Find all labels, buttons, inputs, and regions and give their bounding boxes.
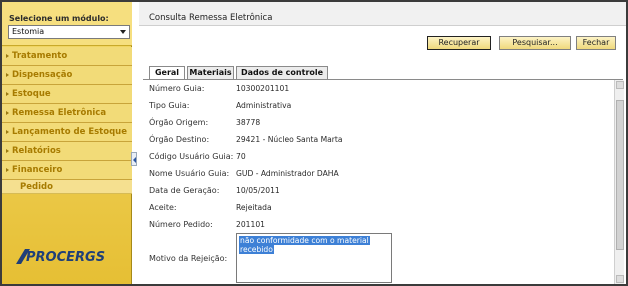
field-value: Rejeitada: [236, 203, 272, 212]
pesquisar-button[interactable]: Pesquisar...: [499, 36, 571, 50]
sidebar-subitem-pedido[interactable]: Pedido: [2, 180, 132, 194]
sidebar-item-financeiro[interactable]: Financeiro: [2, 161, 132, 180]
sidebar-item-label: Estoque: [12, 89, 51, 99]
main-content: Consulta Remessa Eletrônica Recuperar Pe…: [139, 2, 626, 284]
textarea-line: não conformidade com o material: [239, 236, 370, 245]
field-value: 29421 - Núcleo Santa Marta: [236, 135, 343, 144]
title-bar: Consulta Remessa Eletrônica: [139, 2, 626, 26]
sidebar-item-remessa-eletronica[interactable]: Remessa Eletrônica: [2, 104, 132, 123]
sidebar-menu: Tratamento Dispensação Estoque Remessa E…: [2, 47, 132, 194]
sidebar-item-label: Financeiro: [12, 165, 63, 175]
field-label: Código Usuário Guia:: [149, 152, 234, 161]
field-value: 38778: [236, 118, 261, 127]
sidebar-item-tratamento[interactable]: Tratamento: [2, 47, 132, 66]
field-value: GUD - Administrador DAHA: [236, 169, 339, 178]
field-value: 10/05/2011: [236, 186, 280, 195]
caret-right-icon: [6, 54, 9, 58]
field-value: 201101: [236, 220, 265, 229]
page-title: Consulta Remessa Eletrônica: [149, 13, 273, 23]
field-value: 70: [236, 152, 246, 161]
scroll-down-button[interactable]: [616, 275, 624, 283]
geral-panel: Número Guia: 10300201101 Tipo Guia: Admi…: [143, 79, 623, 284]
procergs-logo: PROCERGS: [16, 249, 105, 265]
caret-right-icon: [6, 92, 9, 96]
field-value: Administrativa: [236, 101, 292, 110]
field-label: Número Guia:: [149, 84, 205, 93]
field-label: Número Pedido:: [149, 220, 213, 229]
sidebar-item-dispensacao[interactable]: Dispensação: [2, 66, 132, 85]
sidebar-collapse-handle[interactable]: [131, 152, 137, 166]
caret-right-icon: [6, 149, 9, 153]
fechar-button[interactable]: Fechar: [576, 36, 616, 50]
field-label: Órgão Destino:: [149, 135, 210, 144]
field-label: Data de Geração:: [149, 186, 220, 195]
field-label: Tipo Guia:: [149, 101, 190, 110]
textarea-line: recebido: [239, 245, 274, 254]
field-label: Motivo da Rejeição:: [149, 254, 228, 263]
sidebar-item-label: Relatórios: [12, 146, 61, 156]
sidebar-item-relatorios[interactable]: Relatórios: [2, 142, 132, 161]
motivo-rejeicao-textarea[interactable]: não conformidade com o material recebido: [236, 233, 392, 283]
caret-right-icon: [6, 168, 9, 172]
field-label: Nome Usuário Guia:: [149, 169, 230, 178]
chevron-down-icon: [120, 30, 126, 34]
sidebar-item-label: Remessa Eletrônica: [12, 108, 107, 118]
tab-dados-de-controle[interactable]: Dados de controle: [236, 66, 328, 79]
sidebar-item-label: Lançamento de Estoque: [12, 127, 127, 137]
sidebar-item-lancamento-estoque[interactable]: Lançamento de Estoque: [2, 123, 132, 142]
sidebar-item-label: Tratamento: [12, 51, 68, 61]
recuperar-button[interactable]: Recuperar: [427, 36, 491, 50]
field-value: 10300201101: [236, 84, 290, 93]
field-label: Órgão Origem:: [149, 118, 209, 127]
field-label: Aceite:: [149, 203, 177, 212]
caret-right-icon: [6, 130, 9, 134]
module-select-value: Estomia: [12, 27, 45, 36]
tab-materiais[interactable]: Materiais: [187, 66, 234, 79]
sidebar-item-estoque[interactable]: Estoque: [2, 85, 132, 104]
module-label: Selecione um módulo:: [9, 14, 109, 23]
caret-right-icon: [6, 73, 9, 77]
tab-geral[interactable]: Geral: [149, 66, 185, 80]
logo-text: PROCERGS: [26, 250, 105, 265]
caret-right-icon: [6, 111, 9, 115]
vertical-scrollbar[interactable]: [614, 80, 624, 284]
sidebar: Selecione um módulo: Estomia Tratamento …: [2, 2, 132, 284]
scroll-up-button[interactable]: [616, 81, 624, 89]
module-select[interactable]: Estomia: [8, 25, 130, 39]
scroll-thumb[interactable]: [616, 100, 624, 250]
chevron-left-icon: [133, 157, 136, 163]
sidebar-subitem-label: Pedido: [20, 182, 53, 192]
module-selector: Selecione um módulo: Estomia: [2, 2, 132, 46]
sidebar-item-label: Dispensação: [12, 70, 73, 80]
